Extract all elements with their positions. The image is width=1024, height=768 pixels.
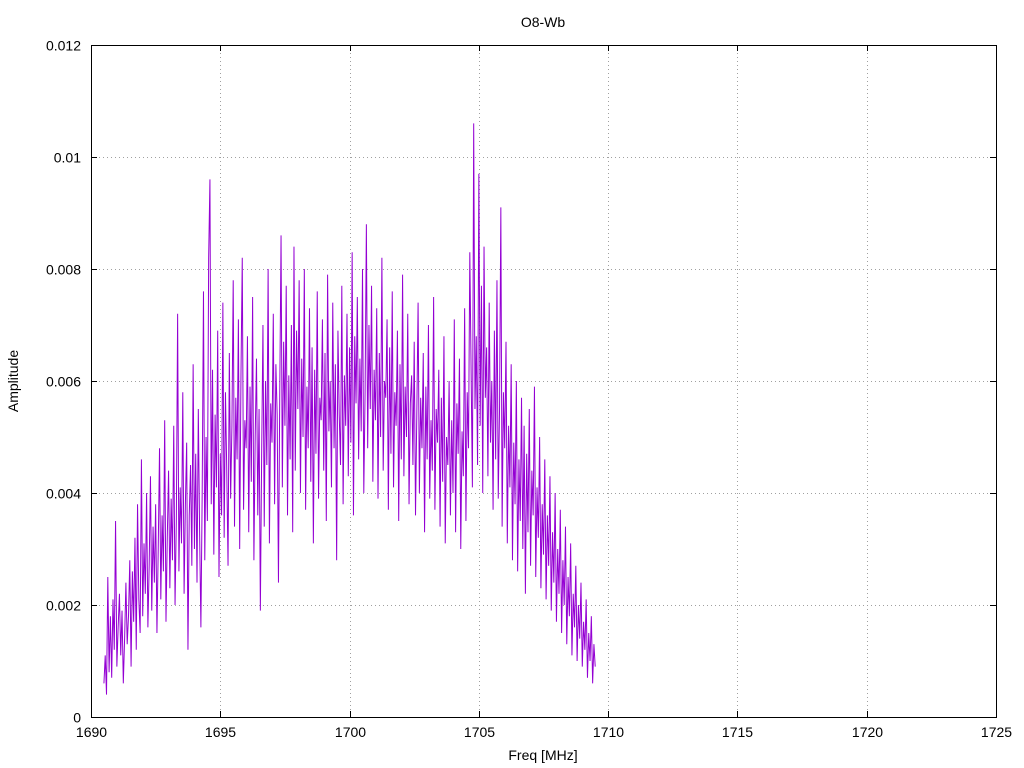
y-tick-label: 0 [73,710,81,726]
y-tick-label: 0.002 [46,598,81,614]
spectrum-chart: 1690 1695 1700 1705 1710 1715 1720 1725 0 0.002 0… [0,0,1024,768]
x-axis-title: Freq [MHz] [508,747,577,763]
y-tick-label: 0.006 [46,374,81,390]
chart-title: O8-Wb [521,14,566,30]
x-tick-label: 1725 [981,724,1012,740]
x-tick-label: 1695 [205,724,236,740]
x-tick-label: 1705 [464,724,495,740]
y-tick-label: 0.012 [46,38,81,54]
y-axis-title: Amplitude [5,350,21,412]
x-tick-label: 1710 [593,724,624,740]
x-tick-label: 1715 [722,724,753,740]
x-tick-label: 1720 [852,724,883,740]
y-tick-label: 0.008 [46,262,81,278]
y-tick-label: 0.004 [46,486,81,502]
x-tick-label: 1690 [76,724,107,740]
chart-background [0,0,1024,768]
y-tick-label: 0.01 [54,150,81,166]
x-tick-label: 1700 [335,724,366,740]
